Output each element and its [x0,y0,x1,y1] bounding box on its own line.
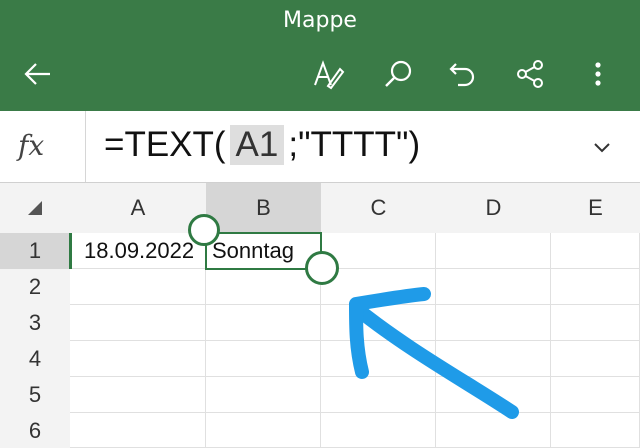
annotation-arrow [349,287,519,419]
